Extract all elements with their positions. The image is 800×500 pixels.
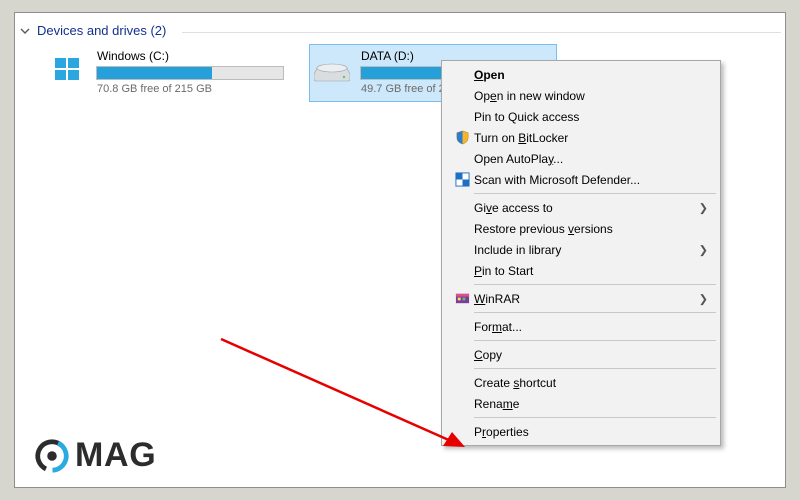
separator bbox=[474, 312, 716, 313]
separator bbox=[474, 417, 716, 418]
chevron-down-icon bbox=[19, 25, 31, 37]
defender-icon bbox=[450, 172, 474, 187]
ctx-pin-quick-access[interactable]: Pin to Quick access bbox=[444, 106, 718, 127]
drive-name: Windows (C:) bbox=[96, 49, 284, 63]
ctx-autoplay[interactable]: Open AutoPlay... bbox=[444, 148, 718, 169]
submenu-arrow-icon: ❯ bbox=[699, 201, 708, 214]
ctx-winrar[interactable]: WinRAR ❯ bbox=[444, 288, 718, 309]
section-title: Devices and drives (2) bbox=[37, 23, 166, 38]
separator bbox=[474, 340, 716, 341]
logo-text: MAG bbox=[75, 436, 156, 475]
drive-item[interactable]: Windows (C:) 70.8 GB free of 215 GB bbox=[45, 44, 293, 102]
annotation-arrow-icon bbox=[215, 333, 475, 463]
shield-icon bbox=[450, 130, 474, 145]
ctx-format[interactable]: Format... bbox=[444, 316, 718, 337]
ctx-include-library[interactable]: Include in library ❯ bbox=[444, 239, 718, 260]
hdd-icon bbox=[314, 55, 350, 85]
submenu-arrow-icon: ❯ bbox=[699, 243, 708, 256]
ctx-open[interactable]: Open bbox=[444, 64, 718, 85]
separator bbox=[474, 284, 716, 285]
drive-free-text: 70.8 GB free of 215 GB bbox=[96, 83, 284, 95]
drive-usage-bar bbox=[96, 66, 284, 80]
separator bbox=[474, 368, 716, 369]
drive-usage-fill bbox=[97, 67, 212, 79]
logo-icon bbox=[33, 437, 71, 475]
winrar-icon bbox=[450, 291, 474, 306]
context-menu: Open Open in new window Pin to Quick acc… bbox=[441, 60, 721, 446]
ctx-create-shortcut[interactable]: Create shortcut bbox=[444, 372, 718, 393]
ctx-give-access[interactable]: Give access to ❯ bbox=[444, 197, 718, 218]
ctx-defender-scan[interactable]: Scan with Microsoft Defender... bbox=[444, 169, 718, 190]
ctx-bitlocker[interactable]: Turn on BitLocker bbox=[444, 127, 718, 148]
ctx-copy[interactable]: Copy bbox=[444, 344, 718, 365]
section-header-devices[interactable]: Devices and drives (2) bbox=[15, 13, 785, 44]
submenu-arrow-icon: ❯ bbox=[699, 292, 708, 305]
ctx-open-new-window[interactable]: Open in new window bbox=[444, 85, 718, 106]
ctx-rename[interactable]: Rename bbox=[444, 393, 718, 414]
explorer-pane: Devices and drives (2) Windows (C:) 70.8… bbox=[14, 12, 786, 488]
windows-drive-icon bbox=[50, 55, 86, 85]
drive-info: Windows (C:) 70.8 GB free of 215 GB bbox=[96, 49, 284, 95]
brand-logo: MAG bbox=[33, 436, 156, 475]
ctx-properties[interactable]: Properties bbox=[444, 421, 718, 442]
ctx-pin-start[interactable]: Pin to Start bbox=[444, 260, 718, 281]
ctx-restore-versions[interactable]: Restore previous versions bbox=[444, 218, 718, 239]
separator bbox=[474, 193, 716, 194]
